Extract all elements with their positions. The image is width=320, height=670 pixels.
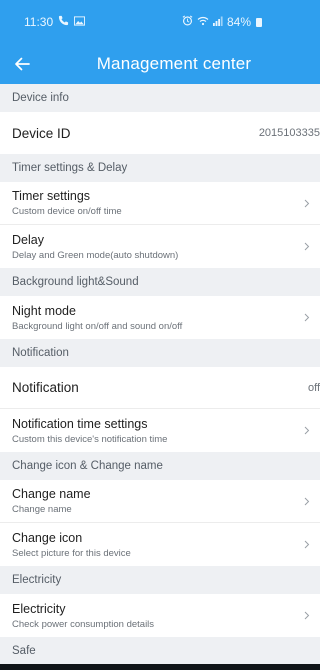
image-icon: [74, 15, 86, 29]
section-change: Change icon & Change name: [0, 452, 320, 480]
battery-icon: [256, 17, 262, 27]
chevron-right-icon: [302, 198, 312, 208]
alarm-icon: [182, 15, 193, 29]
row-text: Change name Change name: [12, 487, 91, 515]
change-icon-title: Change icon: [12, 530, 83, 545]
section-background: Background light&Sound: [0, 268, 320, 296]
settings-list: Device info Device ID 2015103335 Timer s…: [0, 84, 320, 665]
section-safe: Safe: [0, 637, 320, 665]
row-night-mode[interactable]: Night mode Background light on/off and s…: [0, 296, 320, 339]
row-text: Delay Delay and Green mode(auto shutdown…: [12, 233, 178, 261]
signal-icon: [212, 16, 223, 29]
notification-time-title: Notification time settings: [12, 416, 148, 431]
electricity-subtitle: Check power consumption details: [12, 618, 155, 630]
section-notification: Notification: [0, 339, 320, 367]
row-text: Electricity Check power consumption deta…: [12, 602, 154, 630]
notification-title: Notification: [12, 380, 79, 395]
change-name-subtitle: Change name: [12, 504, 72, 515]
chevron-right-icon: [302, 540, 312, 550]
chevron-right-icon: [302, 496, 312, 506]
night-mode-title: Night mode: [12, 303, 76, 318]
notification-time-subtitle: Custom this device's notification time: [12, 433, 168, 445]
chevron-right-icon: [302, 313, 312, 323]
section-electricity: Electricity: [0, 566, 320, 594]
change-name-title: Change name: [12, 487, 91, 501]
device-id-label: Device ID: [12, 125, 71, 141]
wifi-icon: [197, 16, 209, 29]
row-notification[interactable]: Notification off: [0, 367, 320, 409]
row-text: Timer settings Custom device on/off time: [12, 189, 122, 217]
row-text: Night mode Background light on/off and s…: [12, 304, 182, 332]
battery-percent: 84%: [226, 15, 251, 29]
timer-settings-title: Timer settings: [12, 189, 91, 203]
system-nav-bar: [0, 664, 320, 670]
phone-icon: [58, 15, 69, 29]
row-electricity[interactable]: Electricity Check power consumption deta…: [0, 594, 320, 637]
row-timer-settings[interactable]: Timer settings Custom device on/off time: [0, 182, 320, 225]
change-icon-subtitle: Select picture for this device: [12, 547, 131, 559]
night-mode-subtitle: Background light on/off and sound on/off: [12, 320, 183, 332]
notification-value: off: [307, 381, 320, 394]
device-id-value: 2015103335: [258, 127, 320, 139]
row-change-name[interactable]: Change name Change name: [0, 480, 320, 523]
status-bar: 11:30 84%: [0, 0, 320, 44]
section-timer: Timer settings & Delay: [0, 154, 320, 182]
electricity-title: Electricity: [12, 601, 66, 616]
status-right: 84%: [182, 15, 262, 29]
chevron-right-icon: [302, 611, 312, 621]
delay-subtitle: Delay and Green mode(auto shutdown): [12, 249, 179, 261]
status-left: 11:30: [24, 15, 86, 29]
row-notification-time[interactable]: Notification time settings Custom this d…: [0, 409, 320, 452]
chevron-right-icon: [302, 426, 312, 436]
row-change-icon[interactable]: Change icon Select picture for this devi…: [0, 523, 320, 566]
status-time: 11:30: [24, 15, 54, 29]
row-text: Notification time settings Custom this d…: [12, 417, 167, 445]
delay-title: Delay: [12, 232, 44, 247]
row-device-id: Device ID 2015103335: [0, 112, 320, 154]
chevron-right-icon: [302, 242, 312, 252]
section-device-info: Device info: [0, 84, 320, 112]
row-delay[interactable]: Delay Delay and Green mode(auto shutdown…: [0, 225, 320, 268]
back-arrow-icon[interactable]: [6, 48, 38, 80]
timer-settings-subtitle: Custom device on/off time: [12, 206, 122, 217]
row-text: Change icon Select picture for this devi…: [12, 531, 131, 559]
nav-bar: Management center: [0, 44, 320, 84]
app-header: 11:30 84% Management center: [0, 0, 320, 84]
page-title: Management center: [96, 54, 252, 73]
